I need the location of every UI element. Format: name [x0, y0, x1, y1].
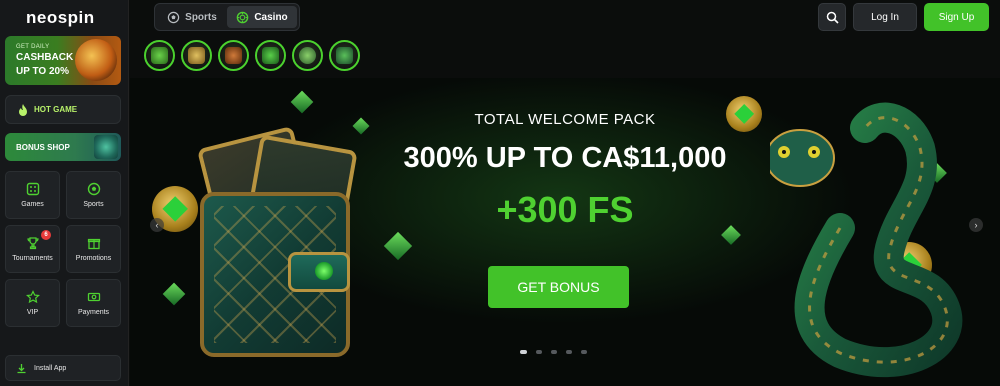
sidebar-item-label: Payments [77, 309, 110, 316]
live-glyph-icon [299, 47, 316, 64]
sidebar-item-games[interactable]: Games [5, 171, 60, 219]
bonus-category-icon[interactable] [329, 40, 360, 71]
flame-icon [19, 103, 27, 116]
trophy-glyph-icon [151, 47, 168, 64]
sidebar: neospin GET DAILY CASHBACK UP TO 20% HOT… [0, 0, 129, 386]
signup-button[interactable]: Sign Up [924, 3, 989, 31]
carousel-prev-button[interactable]: ‹ [150, 218, 164, 232]
sidebar-item-payments[interactable]: Payments [66, 279, 121, 327]
sidebar-nav-grid: Games Sports 6 Tournaments Promotions VI… [5, 171, 121, 327]
trophy-icon [26, 237, 39, 250]
gem-art [162, 282, 186, 306]
bonus-shop-label: BONUS SHOP [16, 142, 70, 152]
gem-art [721, 225, 741, 245]
gem-art [383, 231, 413, 261]
bonus-shop-button[interactable]: BONUS SHOP [5, 133, 121, 161]
hero-subtitle: TOTAL WELCOME PACK [474, 111, 656, 128]
soccer-ball-icon [167, 11, 180, 23]
gem-art [352, 117, 370, 135]
dice-icon [26, 182, 39, 196]
install-app-button[interactable]: Install App [5, 355, 121, 381]
logo[interactable]: neospin [26, 8, 95, 28]
hot-game-label: HOT GAME [34, 105, 78, 114]
tab-label: Casino [254, 11, 288, 23]
category-icons [144, 40, 360, 71]
sidebar-item-label: Tournaments [12, 255, 53, 262]
trophy-category-icon[interactable] [144, 40, 175, 71]
snake-art [770, 102, 963, 378]
tab-label: Sports [185, 11, 217, 23]
sidebar-item-label: Promotions [75, 255, 112, 262]
wallet-clasp-art [288, 252, 350, 292]
live-category-icon[interactable] [292, 40, 323, 71]
sidebar-item-vip[interactable]: VIP [5, 279, 60, 327]
hero-title: 300% UP TO CA$11,000 [403, 142, 727, 174]
sidebar-item-sports[interactable]: Sports [66, 171, 121, 219]
hero-banner[interactable]: TOTAL WELCOME PACK 300% UP TO CA$11,000 … [130, 78, 1000, 386]
download-icon [17, 363, 26, 373]
crown-glyph-icon [188, 47, 205, 64]
chevron-left-icon: ‹ [155, 220, 159, 230]
hot-game-button[interactable]: HOT GAME [5, 95, 121, 124]
slot-glyph-icon [225, 47, 242, 64]
get-bonus-button[interactable]: GET BONUS [488, 266, 629, 308]
money-icon [87, 292, 100, 302]
product-switcher: Sports Casino [154, 3, 300, 31]
chevron-right-icon: › [974, 220, 978, 230]
dragon-art-icon [75, 39, 117, 81]
crown-category-icon[interactable] [181, 40, 212, 71]
cashback-line1: GET DAILY [16, 44, 50, 50]
tab-casino[interactable]: Casino [227, 6, 297, 28]
tournaments-badge: 6 [41, 230, 51, 240]
carousel-dot[interactable] [566, 350, 572, 354]
search-button[interactable] [818, 3, 846, 31]
install-app-label: Install App [34, 364, 67, 372]
gem-art [290, 90, 314, 114]
carousel-dots [520, 350, 587, 354]
top-bar: Sports Casino Log In Sign Up [130, 0, 1000, 34]
carousel-dot[interactable] [536, 350, 542, 354]
cashback-line3: UP TO 20% [16, 66, 69, 77]
app: neospin GET DAILY CASHBACK UP TO 20% HOT… [0, 0, 1000, 386]
tab-sports[interactable]: Sports [157, 6, 227, 28]
gift-category-icon[interactable] [255, 40, 286, 71]
login-button[interactable]: Log In [853, 3, 917, 31]
carousel-dot[interactable] [551, 350, 557, 354]
cashback-line2: CASHBACK [16, 52, 74, 63]
cashback-banner[interactable]: GET DAILY CASHBACK UP TO 20% [5, 36, 121, 85]
search-icon [826, 11, 839, 24]
carousel-dot[interactable] [520, 350, 527, 354]
star-icon [25, 290, 40, 304]
soccer-ball-icon [87, 182, 100, 196]
gift-icon [87, 238, 100, 250]
gift-glyph-icon [262, 47, 279, 64]
carousel-dot[interactable] [581, 350, 587, 354]
slot-category-icon[interactable] [218, 40, 249, 71]
sidebar-item-label: Games [21, 201, 44, 208]
bonus-shop-art-icon [94, 135, 118, 159]
sidebar-item-label: Sports [83, 201, 104, 208]
bonus-glyph-icon [336, 47, 353, 64]
sidebar-item-promotions[interactable]: Promotions [66, 225, 121, 273]
sidebar-item-label: VIP [26, 309, 39, 316]
carousel-next-button[interactable]: › [969, 218, 983, 232]
sidebar-item-tournaments[interactable]: 6 Tournaments [5, 225, 60, 273]
hero-free-spins: +300 FS [496, 189, 634, 230]
casino-chip-icon [237, 11, 249, 23]
